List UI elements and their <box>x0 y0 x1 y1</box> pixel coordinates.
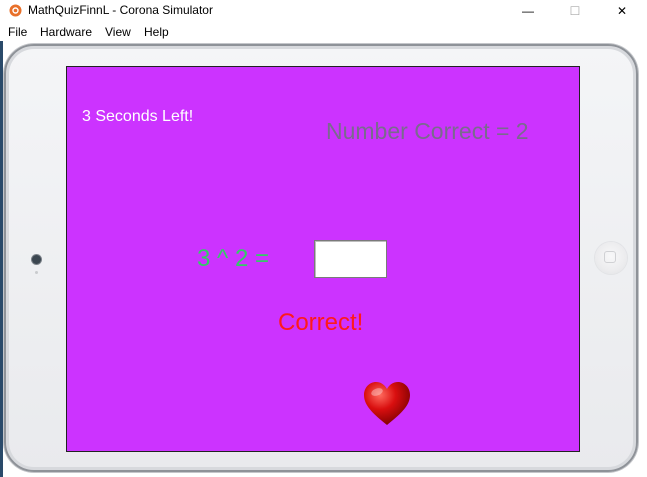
minimize-button[interactable]: — <box>505 0 551 22</box>
answer-input[interactable] <box>314 240 387 278</box>
camera-icon <box>32 255 41 264</box>
menu-hardware[interactable]: Hardware <box>40 25 92 39</box>
heart-icon <box>364 382 410 425</box>
sensor-dot <box>35 271 38 274</box>
feedback-text: Correct! <box>278 309 364 336</box>
menu-help[interactable]: Help <box>144 25 169 39</box>
close-icon: ✕ <box>616 4 628 18</box>
title-bar: MathQuizFinnL - Corona Simulator — ☐ ✕ <box>0 0 647 22</box>
menu-file[interactable]: File <box>8 25 27 39</box>
menu-bar: File Hardware View Help <box>0 22 647 41</box>
home-square-icon <box>604 251 616 263</box>
menu-view[interactable]: View <box>105 25 131 39</box>
minimize-icon: — <box>522 4 534 18</box>
window-title: MathQuizFinnL - Corona Simulator <box>28 3 213 17</box>
question-text: 3 ^ 2 = <box>197 245 269 272</box>
score-text: Number Correct = 2 <box>326 118 529 144</box>
background-window-strip <box>0 41 3 477</box>
corona-app-icon <box>9 4 22 17</box>
home-button[interactable] <box>595 242 627 274</box>
maximize-icon: ☐ <box>569 4 581 18</box>
close-button[interactable]: ✕ <box>599 0 645 22</box>
maximize-button[interactable]: ☐ <box>552 0 598 22</box>
timer-text: 3 Seconds Left! <box>82 108 194 125</box>
